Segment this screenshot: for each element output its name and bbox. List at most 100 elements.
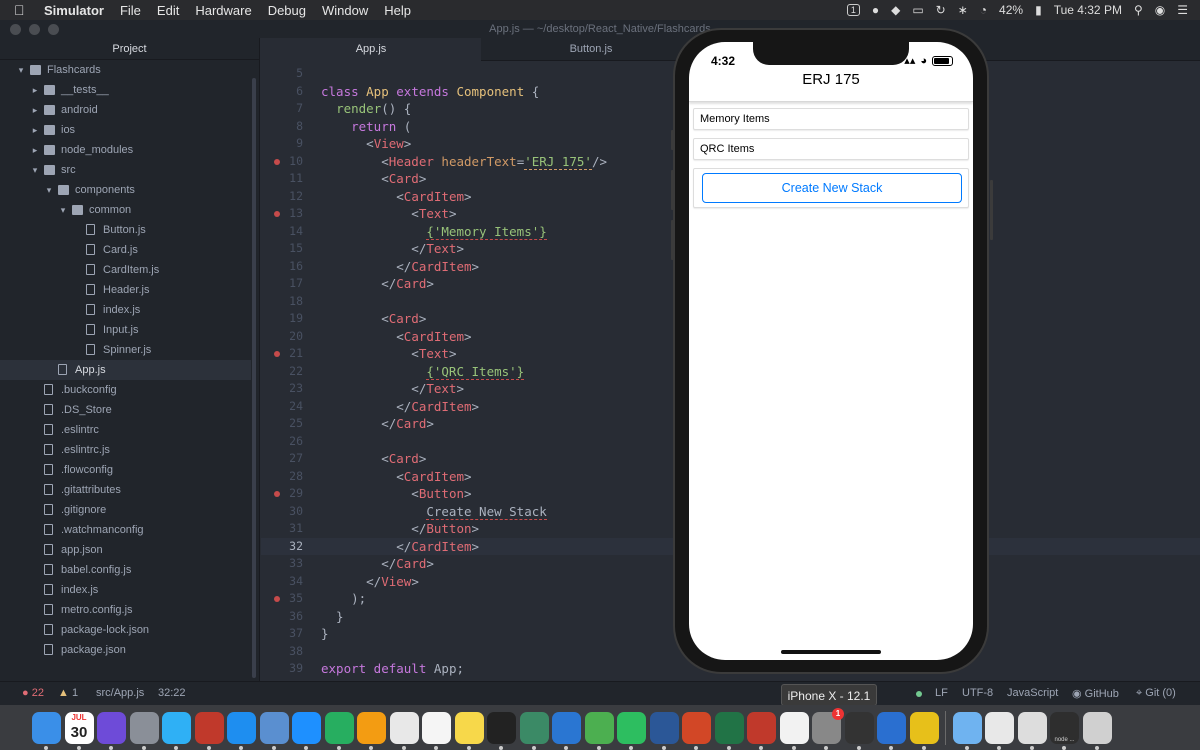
tree-item[interactable]: .watchmanconfig — [0, 520, 259, 540]
tree-item[interactable]: package-lock.json — [0, 620, 259, 640]
powerpoint-icon[interactable] — [682, 711, 711, 750]
menu-file[interactable]: File — [120, 3, 141, 18]
tree-item[interactable]: Input.js — [0, 320, 259, 340]
chrome-icon[interactable] — [389, 711, 419, 750]
tab-button-js[interactable]: Button.js — [481, 38, 701, 61]
menu-edit[interactable]: Edit — [157, 3, 179, 18]
document-icon[interactable] — [985, 711, 1014, 750]
notification-count-icon[interactable]: 1 — [846, 4, 860, 16]
tree-item[interactable]: .flowconfig — [0, 460, 259, 480]
tree-item[interactable]: babel.config.js — [0, 560, 259, 580]
chevron-down-icon[interactable]: ▾ — [30, 160, 40, 180]
tree-item[interactable]: index.js — [0, 300, 259, 320]
chevron-down-icon[interactable]: ▾ — [16, 60, 26, 80]
terminal-icon[interactable] — [487, 711, 516, 750]
status-line-ending[interactable]: LF — [935, 687, 948, 699]
android-studio-icon[interactable] — [584, 711, 614, 750]
menu-help[interactable]: Help — [384, 3, 411, 18]
home-indicator[interactable] — [781, 650, 881, 654]
system-preferences-icon[interactable] — [877, 711, 906, 750]
tree-item[interactable]: ▸ node_modules — [0, 140, 259, 160]
wifi-diagnostics-icon[interactable] — [909, 711, 939, 750]
trash-icon[interactable] — [1082, 711, 1112, 750]
tree-item[interactable]: .eslintrc.js — [0, 440, 259, 460]
tree-item[interactable]: CardItem.js — [0, 260, 259, 280]
tree-item[interactable]: App.js — [0, 360, 251, 380]
tree-item[interactable]: Button.js — [0, 220, 259, 240]
notification-center-icon[interactable]: ☰ — [1177, 3, 1188, 17]
chevron-right-icon[interactable]: ▸ — [30, 100, 40, 120]
tree-item[interactable]: app.json — [0, 540, 259, 560]
battery-icon[interactable]: ▮ — [1035, 3, 1042, 17]
spotlight-search-icon[interactable]: ⚲ — [1134, 3, 1143, 17]
status-git[interactable]: ⌖ Git (0) — [1136, 687, 1176, 700]
chevron-right-icon[interactable]: ▸ — [30, 120, 40, 140]
error-count[interactable]: ● 22 — [22, 687, 44, 699]
photo-booth-icon[interactable] — [194, 711, 224, 750]
menu-debug[interactable]: Debug — [268, 3, 306, 18]
app-store-icon[interactable] — [227, 711, 256, 750]
books-icon[interactable] — [357, 711, 386, 750]
console-icon[interactable] — [844, 711, 874, 750]
launchpad-icon[interactable] — [129, 711, 159, 750]
tree-item[interactable]: Spinner.js — [0, 340, 259, 360]
calendar-icon[interactable]: JUL 30 — [64, 711, 94, 750]
tree-item[interactable]: package.json — [0, 640, 259, 660]
status-github[interactable]: ◉ GitHub — [1072, 687, 1119, 700]
battery-percent[interactable]: 42% — [999, 3, 1023, 17]
tree-item[interactable]: .gitignore — [0, 500, 259, 520]
tree-item[interactable]: ▸ __tests__ — [0, 80, 259, 100]
music-icon[interactable] — [422, 711, 451, 750]
status-file-path[interactable]: src/App.js — [96, 687, 144, 699]
tree-item[interactable]: .eslintrc — [0, 420, 259, 440]
status-cursor-position[interactable]: 32:22 — [158, 687, 186, 699]
tree-item[interactable]: ▾ Flashcards — [0, 60, 259, 80]
window-preview-icon[interactable] — [1017, 711, 1047, 750]
window-titlebar[interactable]: App.js — ~/desktop/React_Native/Flashcar… — [0, 20, 1200, 38]
tree-scrollbar[interactable] — [252, 78, 256, 678]
safari-icon[interactable] — [292, 711, 321, 750]
excel-icon[interactable] — [714, 711, 744, 750]
tree-item[interactable]: ▸ android — [0, 100, 259, 120]
bluetooth-icon[interactable]: ∗ — [958, 3, 968, 17]
atom-icon[interactable] — [519, 711, 549, 750]
menu-clock[interactable]: Tue 4:32 PM — [1054, 3, 1122, 17]
tree-item[interactable]: ▸ ios — [0, 120, 259, 140]
create-new-stack-button[interactable]: Create New Stack — [702, 173, 962, 203]
xcode-icon[interactable] — [552, 711, 581, 750]
wifi-icon[interactable]: ◔ — [980, 3, 987, 17]
phone-screen[interactable]: 4:32 ▴▴ ◕ ERJ 175 Memory Items QRC Items… — [689, 42, 973, 660]
tree-item[interactable]: Card.js — [0, 240, 259, 260]
chevron-right-icon[interactable]: ▸ — [30, 80, 40, 100]
node-window-icon[interactable]: node ... — [1050, 711, 1079, 750]
notes-icon[interactable] — [454, 711, 484, 750]
evernote-status-icon[interactable]: ● — [872, 3, 879, 17]
menu-app-name[interactable]: Simulator — [44, 3, 104, 18]
tree-item[interactable]: .gitattributes — [0, 480, 259, 500]
siri-icon[interactable] — [97, 711, 126, 750]
tree-item[interactable]: Header.js — [0, 280, 259, 300]
chevron-right-icon[interactable]: ▸ — [30, 140, 40, 160]
preview-icon[interactable] — [259, 711, 289, 750]
simulator-icon[interactable]: 1 — [812, 707, 844, 750]
word-icon[interactable] — [649, 711, 679, 750]
dropbox-status-icon[interactable]: ◆ — [891, 3, 900, 17]
evernote-icon[interactable] — [617, 711, 646, 750]
messages-icon[interactable] — [162, 711, 191, 750]
finder-icon[interactable] — [32, 711, 61, 750]
tree-item[interactable]: ▾ common — [0, 200, 259, 220]
menu-hardware[interactable]: Hardware — [195, 3, 251, 18]
apple-menu-icon[interactable]:  — [14, 2, 30, 18]
numbers-icon[interactable] — [324, 711, 354, 750]
menu-window[interactable]: Window — [322, 3, 368, 18]
airplay-icon[interactable]: ▭ — [912, 3, 923, 17]
user-avatar-icon[interactable]: ◉ — [1155, 3, 1165, 17]
downloads-folder-icon[interactable] — [952, 711, 982, 750]
chevron-down-icon[interactable]: ▾ — [58, 200, 68, 220]
tree-item[interactable]: .DS_Store — [0, 400, 259, 420]
acrobat-icon[interactable] — [747, 711, 776, 750]
tree-item[interactable]: .buckconfig — [0, 380, 259, 400]
tree-item[interactable]: ▾ src — [0, 160, 259, 180]
time-machine-icon[interactable]: ↻ — [936, 3, 946, 17]
chevron-down-icon[interactable]: ▾ — [44, 180, 54, 200]
